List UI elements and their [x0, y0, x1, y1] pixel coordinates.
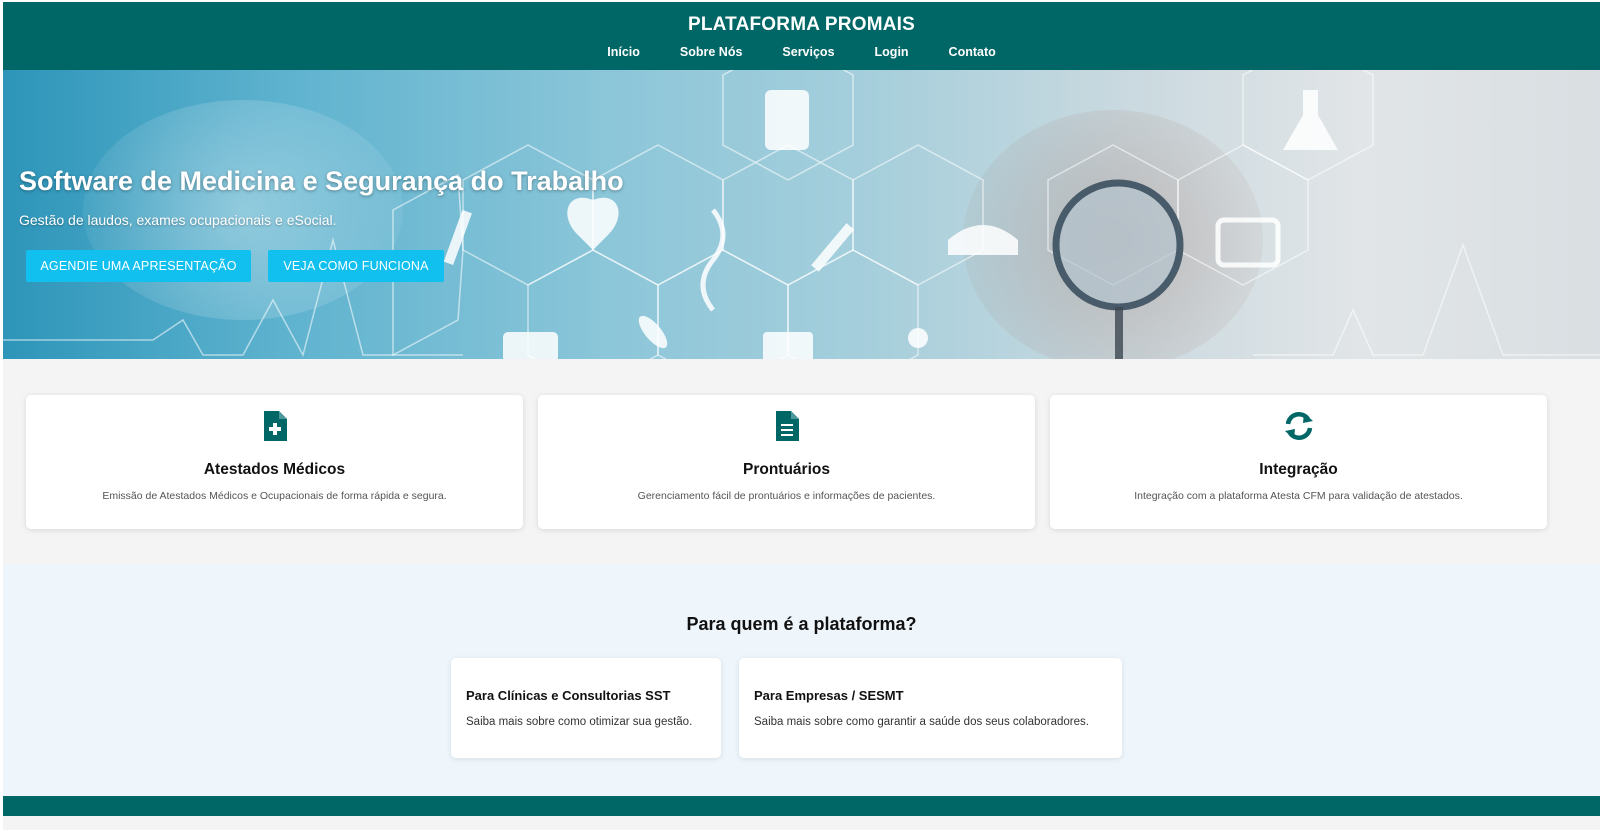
audience-section: Para quem é a plataforma? Para Clínicas …	[3, 564, 1600, 796]
feature-description: Integração com a plataforma Atesta CFM p…	[1134, 490, 1463, 502]
schedule-demo-button[interactable]: AGENDIE UMA APRESENTAÇÃO	[26, 250, 251, 282]
hexagon-shape	[722, 144, 854, 286]
nav-link-contato[interactable]: Contato	[929, 45, 1016, 59]
feature-description: Emissão de Atestados Médicos e Ocupacion…	[102, 490, 447, 502]
hero-title: Software de Medicina e Segurança do Trab…	[19, 166, 624, 196]
nav-link-login[interactable]: Login	[855, 45, 929, 59]
medkit-icon	[503, 332, 558, 359]
nav-link-servicos[interactable]: Serviços	[762, 45, 854, 59]
feature-card-prontuarios[interactable]: Prontuários Gerenciamento fácil de pront…	[538, 395, 1035, 529]
pill-icon	[638, 315, 668, 349]
audience-card-description: Saiba mais sobre como otimizar sua gestã…	[466, 716, 693, 728]
hero-banner: Software de Medicina e Segurança do Trab…	[3, 70, 1600, 359]
hexagon-shape	[852, 144, 984, 286]
stethoscope-icon	[1052, 179, 1184, 311]
see-how-it-works-button[interactable]: VEJA COMO FUNCIONA	[268, 250, 444, 282]
heart-icon	[567, 197, 619, 250]
audience-card-empresas[interactable]: Para Empresas / SESMT Saiba mais sobre c…	[739, 658, 1122, 758]
ecg-line	[1253, 242, 1600, 356]
monitor-icon	[1215, 217, 1281, 268]
audience-card-description: Saiba mais sobre como garantir a saúde d…	[754, 716, 1089, 728]
site-header: PLATAFORMA PROMAIS Início Sobre Nós Serv…	[3, 2, 1600, 70]
audience-title: Para quem é a plataforma?	[686, 614, 917, 634]
file-text-icon	[775, 411, 799, 441]
hero-subtitle: Gestão de laudos, exames ocupacionais e …	[19, 212, 337, 228]
audience-card-title: Para Clínicas e Consultorias SST	[466, 688, 671, 703]
person-icon	[908, 328, 928, 348]
clipboard-icon	[763, 332, 813, 359]
feature-title: Prontuários	[743, 461, 830, 478]
file-medical-icon	[263, 411, 287, 441]
flask-icon	[1283, 90, 1338, 150]
nav-link-inicio[interactable]: Início	[587, 45, 660, 59]
sync-icon	[1284, 411, 1313, 441]
dropper-icon	[443, 209, 472, 266]
feature-title: Integração	[1259, 461, 1338, 478]
feature-title: Atestados Médicos	[203, 461, 346, 478]
feature-description: Gerenciamento fácil de prontuários e inf…	[637, 490, 936, 502]
feature-card-integracao[interactable]: Integração Integração com a plataforma A…	[1050, 395, 1547, 529]
nav-link-sobre[interactable]: Sobre Nós	[660, 45, 763, 59]
syringe-icon	[811, 223, 855, 272]
page: PLATAFORMA PROMAIS Início Sobre Nós Serv…	[3, 2, 1600, 830]
brand-title[interactable]: PLATAFORMA PROMAIS	[3, 14, 1600, 36]
main-nav: Início Sobre Nós Serviços Login Contato	[3, 45, 1600, 59]
site-footer	[3, 796, 1600, 816]
audience-card-clinicas[interactable]: Para Clínicas e Consultorias SST Saiba m…	[451, 658, 721, 758]
stethoscope-tube	[1115, 307, 1123, 359]
audience-card-title: Para Empresas / SESMT	[754, 688, 904, 703]
feature-card-atestados[interactable]: Atestados Médicos Emissão de Atestados M…	[26, 395, 523, 529]
iv-bag-icon	[765, 90, 809, 150]
nurse-cap-icon	[948, 225, 1018, 255]
